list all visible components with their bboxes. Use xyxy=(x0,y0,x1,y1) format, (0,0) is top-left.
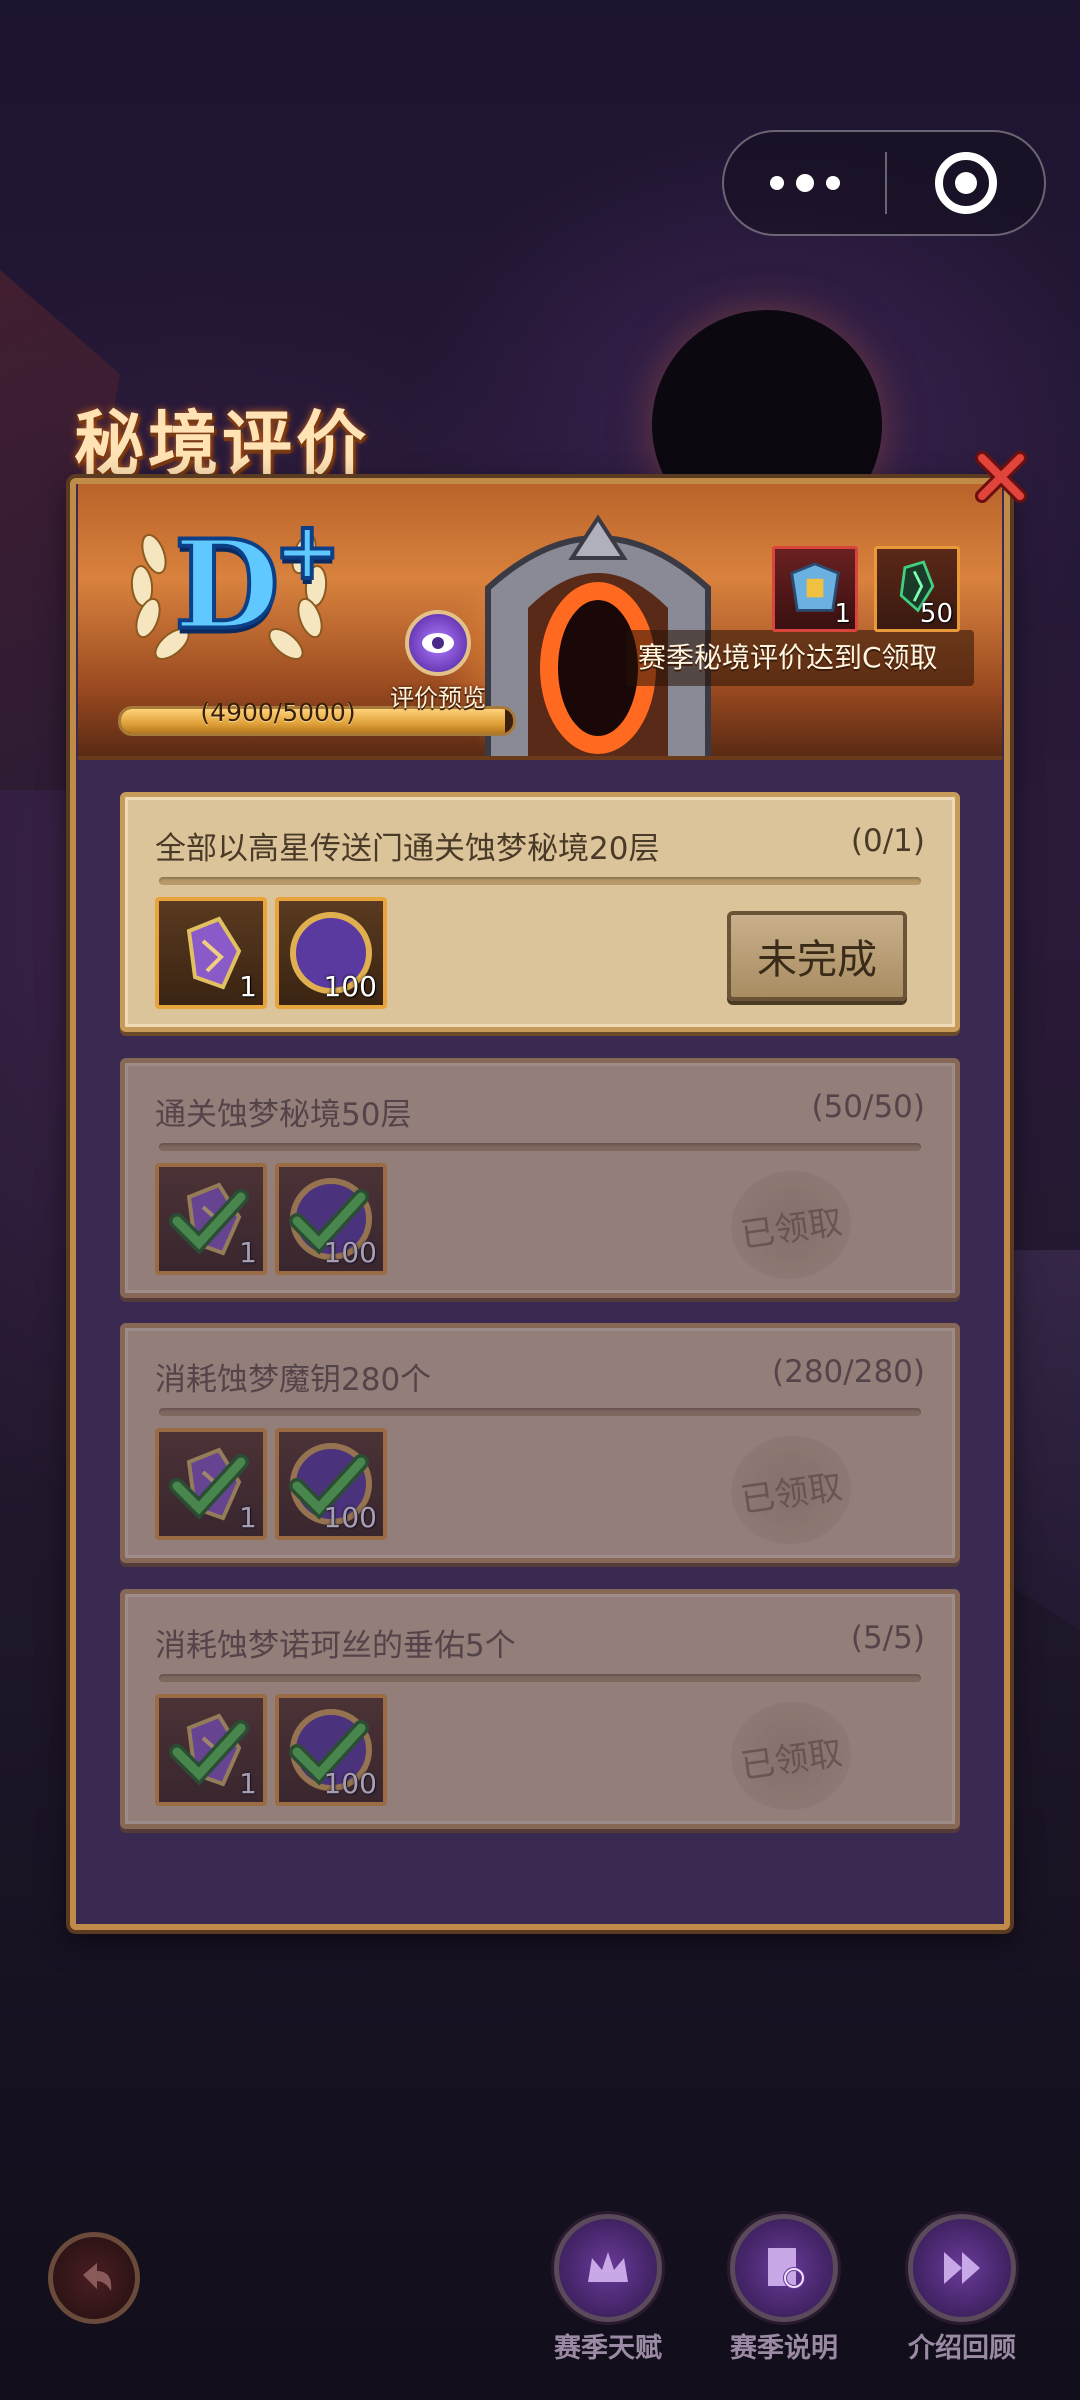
rank-badge: D+ xyxy=(172,508,343,648)
reward-item-crystal[interactable]: 50 xyxy=(874,546,960,632)
task-card: 消耗蚀梦魔钥280个 (280/280) 1 100 已领取 xyxy=(120,1323,960,1563)
reward-qty: 100 xyxy=(323,1236,377,1269)
task-reward-item[interactable]: 1 xyxy=(155,1694,267,1806)
page-title: 秘境评价 xyxy=(74,403,370,485)
nav-season-talent[interactable]: 赛季天赋 xyxy=(538,2214,678,2365)
reward-qty: 100 xyxy=(323,1767,377,1800)
reward-qty: 1 xyxy=(239,970,257,1003)
incomplete-button[interactable]: 未完成 xyxy=(727,911,907,1001)
rank-letter: D xyxy=(172,512,282,657)
task-reward-item[interactable]: 1 xyxy=(155,1428,267,1540)
claimed-stamp: 已领取 xyxy=(724,1163,858,1287)
task-card: 全部以高星传送门通关蚀梦秘境20层 (0/1) 1 100 未完成 xyxy=(120,792,960,1032)
task-progress-count: (50/50) xyxy=(811,1089,925,1125)
claimed-stamp: 已领取 xyxy=(724,1428,858,1552)
reward-qty: 1 xyxy=(239,1236,257,1269)
checkmark-icon xyxy=(169,1450,249,1520)
more-dots-icon xyxy=(769,176,784,190)
task-reward-item[interactable]: 1 xyxy=(155,1163,267,1275)
reward-qty: 50 xyxy=(919,599,953,629)
more-dot-right xyxy=(825,176,840,190)
crown-icon xyxy=(554,2214,662,2322)
nav-label: 赛季天赋 xyxy=(554,2333,662,2364)
checkmark-icon xyxy=(169,1716,249,1786)
task-title: 通关蚀梦秘境50层 xyxy=(155,1097,412,1133)
task-divider xyxy=(159,1674,921,1682)
task-reward-item[interactable]: 1 xyxy=(155,897,267,1009)
reward-qty: 100 xyxy=(323,1501,377,1534)
close-button[interactable] xyxy=(972,448,1030,506)
target-ring-icon xyxy=(934,152,997,214)
task-progress-count: (5/5) xyxy=(850,1620,925,1656)
header-banner: D+ (4900/5000) 评价预览 赛季秘境评价达到C领取 1 50 xyxy=(78,484,1002,760)
back-button[interactable] xyxy=(48,2232,140,2324)
task-divider xyxy=(159,1143,921,1151)
task-progress-count: (280/280) xyxy=(772,1354,925,1390)
nav-intro-review[interactable]: 介绍回顾 xyxy=(892,2214,1032,2365)
task-divider xyxy=(159,1408,921,1416)
task-card: 消耗蚀梦诺珂丝的垂佑5个 (5/5) 1 100 已领取 xyxy=(120,1589,960,1829)
nav-season-info[interactable]: 赛季说明 xyxy=(714,2214,854,2365)
evaluation-preview-button[interactable]: 评价预览 xyxy=(378,610,498,713)
document-search-icon xyxy=(730,2214,838,2322)
more-dot-center xyxy=(795,174,814,192)
task-card: 通关蚀梦秘境50层 (50/50) 1 100 已领取 xyxy=(120,1058,960,1298)
back-arrow-icon xyxy=(83,2263,112,2291)
exit-button[interactable] xyxy=(887,152,1044,214)
more-button[interactable] xyxy=(724,132,885,234)
mini-program-capsule xyxy=(722,130,1046,236)
reward-qty: 1 xyxy=(834,599,851,629)
task-title: 消耗蚀梦魔钥280个 xyxy=(155,1362,432,1398)
close-icon xyxy=(975,451,1027,503)
reward-qty: 1 xyxy=(239,1501,257,1534)
nav-label: 介绍回顾 xyxy=(908,2333,1016,2364)
nav-label: 赛季说明 xyxy=(730,2333,838,2364)
eye-icon xyxy=(405,610,471,676)
task-list[interactable]: 全部以高星传送门通关蚀梦秘境20层 (0/1) 1 100 未完成通关蚀梦秘境50层 (5… xyxy=(100,780,980,1900)
task-progress-count: (0/1) xyxy=(850,823,925,859)
preview-label: 评价预览 xyxy=(390,684,486,712)
fast-forward-icon xyxy=(908,2214,1016,2322)
checkmark-icon xyxy=(169,1185,249,1255)
task-reward-item[interactable]: 100 xyxy=(275,897,387,1009)
claimed-stamp: 已领取 xyxy=(724,1694,858,1818)
reward-item-armor[interactable]: 1 xyxy=(772,546,858,632)
task-title: 消耗蚀梦诺珂丝的垂佑5个 xyxy=(155,1628,516,1664)
task-divider xyxy=(159,877,921,885)
task-title: 全部以高星传送门通关蚀梦秘境20层 xyxy=(155,831,660,867)
task-reward-item[interactable]: 100 xyxy=(275,1428,387,1540)
reward-condition-text: 赛季秘境评价达到C领取 xyxy=(638,641,938,674)
rank-plus: + xyxy=(272,503,343,597)
reward-qty: 1 xyxy=(239,1767,257,1800)
task-reward-item[interactable]: 100 xyxy=(275,1163,387,1275)
reward-qty: 100 xyxy=(323,970,377,1003)
task-reward-item[interactable]: 100 xyxy=(275,1694,387,1806)
